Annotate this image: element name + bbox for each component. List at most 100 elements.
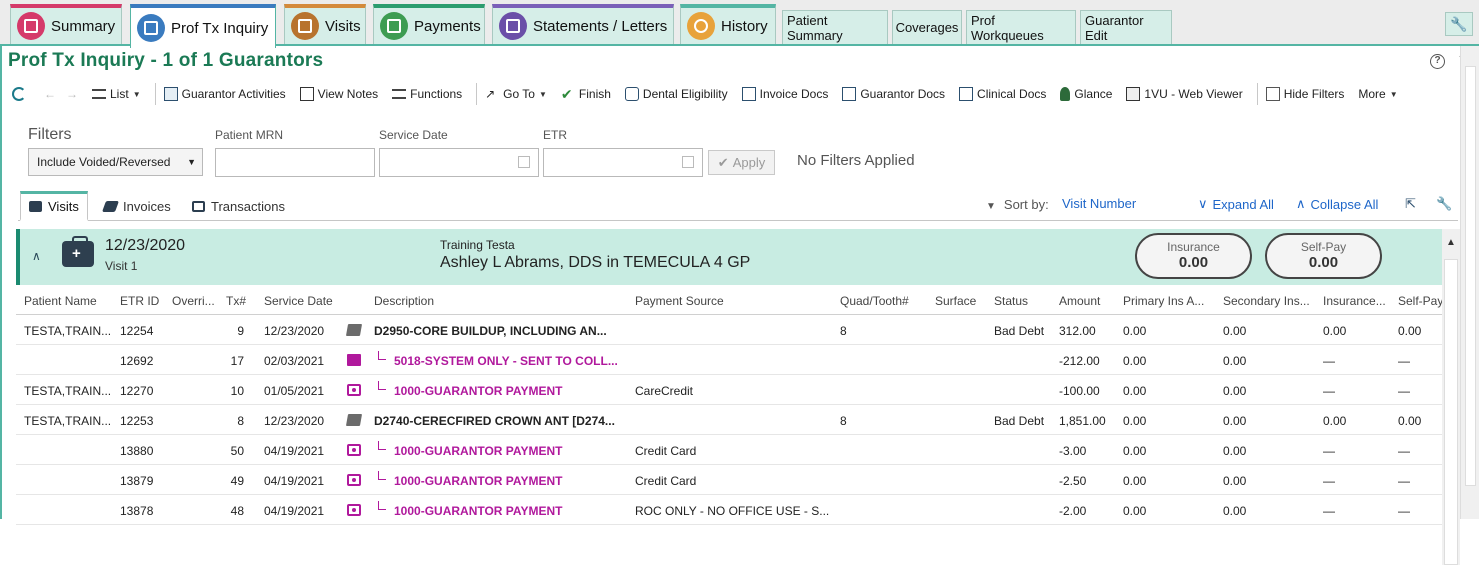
refresh-button[interactable] — [12, 87, 30, 101]
include-voided-select[interactable]: Include Voided/Reversed ▼ — [28, 148, 203, 176]
invoice-docs-button[interactable]: Invoice Docs — [741, 87, 828, 101]
export-icon[interactable]: ⇱ — [1405, 196, 1416, 212]
settings-wrench-icon[interactable]: 🔧 — [1436, 196, 1452, 212]
scrollbar-thumb[interactable] — [1444, 259, 1458, 565]
dental-eligibility-button[interactable]: Dental Eligibility — [624, 87, 728, 101]
tab-payments[interactable]: Payments — [373, 4, 485, 44]
wrench-icon[interactable]: 🔧 — [1445, 12, 1473, 36]
collapse-chevron-icon: ∧ — [1296, 196, 1306, 211]
select-value: Include Voided/Reversed — [37, 155, 171, 169]
column-header[interactable]: Primary Ins A... — [1123, 294, 1218, 308]
tab-prof-workqueues[interactable]: Prof Workqueues — [966, 10, 1076, 44]
column-header[interactable]: Surface — [935, 294, 990, 308]
table-header: Patient Name ETR ID Overri... Tx# Service Da… — [16, 285, 1442, 315]
self-pay-value: 0.00 — [1308, 254, 1339, 271]
column-header[interactable]: Amount — [1059, 294, 1119, 308]
column-header[interactable]: Insurance... — [1323, 294, 1393, 308]
cell-tx: 9 — [237, 324, 244, 338]
cell-desc: 1000-GUARANTOR PAYMENT — [394, 444, 563, 458]
button-label: Expand All — [1212, 196, 1274, 212]
cell-date: 12/23/2020 — [264, 414, 325, 428]
help-icon[interactable]: ? — [1430, 54, 1445, 69]
toolbar-divider — [476, 83, 478, 105]
column-header[interactable]: Overri... — [172, 294, 222, 308]
clinical-docs-button[interactable]: Clinical Docs — [959, 87, 1046, 101]
guarantor-docs-button[interactable]: Guarantor Docs — [842, 87, 945, 101]
scrollbar-thumb[interactable] — [1465, 66, 1476, 486]
forward-arrow-icon[interactable]: → — [66, 87, 78, 101]
insurance-value: 0.00 — [1178, 254, 1209, 271]
tab-history[interactable]: History — [680, 4, 776, 44]
column-header[interactable]: Patient Name — [24, 294, 116, 308]
visit-header[interactable]: ∧ + 12/23/2020 Visit 1 Training Testa As… — [16, 229, 1442, 285]
column-header[interactable]: Quad/Tooth# — [840, 294, 930, 308]
column-header[interactable]: Payment Source — [635, 294, 835, 308]
service-date-input[interactable] — [379, 148, 539, 177]
insurance-balance[interactable]: Insurance 0.00 — [1135, 233, 1252, 279]
tab-transactions-view[interactable]: Transactions — [184, 191, 293, 221]
table-row[interactable]: 12692 17 02/03/2021 5018-SYSTEM ONLY - SENT… — [16, 345, 1442, 375]
column-header[interactable]: Status — [994, 294, 1056, 308]
hide-filters-checkbox[interactable]: Hide Filters — [1265, 87, 1344, 101]
column-header[interactable]: ETR ID — [120, 294, 170, 308]
column-header[interactable]: Service Date — [264, 294, 369, 308]
button-label: Finish — [578, 87, 611, 101]
column-header[interactable]: Self-Pay — [1398, 294, 1442, 308]
button-label: Guarantor Docs — [860, 87, 946, 101]
web-viewer-button[interactable]: 1VU - Web Viewer — [1126, 87, 1243, 101]
summary-icon — [17, 12, 45, 40]
back-arrow-icon[interactable]: ← — [44, 87, 56, 101]
etr-input[interactable] — [543, 148, 703, 177]
scroll-up-icon[interactable]: ▲ — [1446, 237, 1456, 248]
tab-invoices-view[interactable]: Invoices — [96, 191, 179, 221]
filters-heading: Filters — [28, 126, 72, 143]
table-row[interactable]: 13878 48 04/19/2021 1000-GUARANTOR PAYMENT R… — [16, 495, 1442, 525]
medical-bag-icon: + — [62, 236, 94, 267]
go-to-menu[interactable]: ↗ Go To ▼ — [485, 87, 547, 101]
sort-by-select[interactable]: Visit Number — [1062, 196, 1136, 211]
expand-all-button[interactable]: ∨ Expand All — [1198, 196, 1274, 212]
guarantor-activities-button[interactable]: Guarantor Activities — [163, 87, 286, 101]
tab-label: Prof Workqueues — [971, 12, 1044, 43]
column-header[interactable]: Secondary Ins... — [1223, 294, 1318, 308]
tab-statements-letters[interactable]: Statements / Letters — [492, 4, 674, 44]
tab-patient-summary[interactable]: Patient Summary — [782, 10, 888, 44]
collapse-all-button[interactable]: ∧ Collapse All — [1296, 196, 1378, 212]
cell-date: 01/05/2021 — [264, 384, 325, 398]
column-header[interactable]: Description — [374, 294, 632, 308]
table-scrollbar[interactable]: ▲ — [1442, 229, 1460, 565]
cell-etr: 12692 — [120, 354, 154, 368]
tab-label: Coverages — [895, 20, 959, 35]
tab-coverages[interactable]: Coverages — [892, 10, 962, 44]
table-row[interactable]: 13879 49 04/19/2021 1000-GUARANTOR PAYMENT C… — [16, 465, 1442, 495]
chevron-down-icon: ▼ — [538, 89, 547, 99]
list-menu[interactable]: List ▼ — [92, 87, 141, 101]
table-row[interactable]: TESTA,TRAIN... 12254 9 12/23/2020 D2950-CORE… — [16, 315, 1442, 345]
more-menu[interactable]: More ▼ — [1358, 87, 1397, 101]
tab-label: Payments — [414, 17, 481, 35]
tab-prof-tx-inquiry[interactable]: Prof Tx Inquiry — [130, 4, 276, 48]
page-scrollbar[interactable] — [1460, 46, 1479, 519]
table-row[interactable]: TESTA,TRAIN... 12253 8 12/23/2020 D2740-CERE… — [16, 405, 1442, 435]
toolbar-divider — [1256, 83, 1258, 105]
apply-button[interactable]: ✔ Apply — [708, 150, 775, 175]
collapse-chevron-icon[interactable]: ∧ — [32, 249, 41, 263]
view-notes-button[interactable]: View Notes — [299, 87, 378, 101]
glance-button[interactable]: Glance — [1060, 87, 1112, 101]
functions-menu[interactable]: Functions — [392, 87, 462, 101]
calendar-icon[interactable] — [518, 156, 530, 168]
tab-guarantor-edit[interactable]: Guarantor Edit — [1080, 10, 1172, 44]
self-pay-balance[interactable]: Self-Pay 0.00 — [1265, 233, 1382, 279]
tab-visits-view[interactable]: Visits — [20, 191, 88, 221]
tab-visits[interactable]: Visits — [284, 4, 366, 44]
tab-summary[interactable]: Summary — [10, 4, 122, 44]
table-row[interactable]: TESTA,TRAIN... 12270 10 01/05/2021 1000-GUAR… — [16, 375, 1442, 405]
finish-button[interactable]: ✔ Finish — [561, 87, 611, 101]
list-icon — [92, 89, 106, 99]
table-row[interactable]: 13880 50 04/19/2021 1000-GUARANTOR PAYMENT C… — [16, 435, 1442, 465]
calculator-icon[interactable] — [682, 156, 694, 168]
column-header[interactable]: Tx# — [226, 294, 256, 308]
cell-amount: 1,851.00 — [1059, 414, 1106, 428]
button-label: Clinical Docs — [977, 87, 1047, 101]
patient-mrn-input[interactable] — [215, 148, 375, 177]
